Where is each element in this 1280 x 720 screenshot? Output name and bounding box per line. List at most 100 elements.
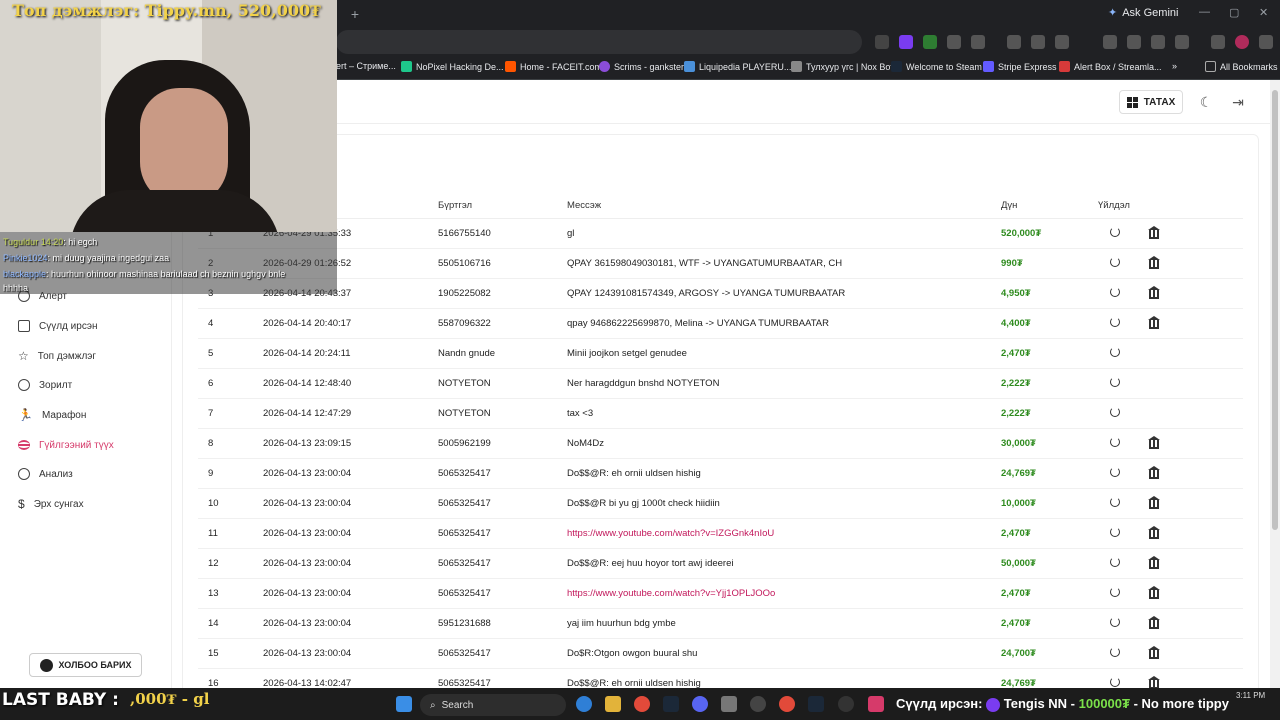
refresh-icon[interactable] [1110,287,1120,297]
puzzle-icon[interactable] [971,35,985,49]
extension-icon[interactable] [875,35,889,49]
chrome-icon[interactable] [779,696,795,712]
twitch-extension-icon[interactable] [899,35,913,49]
bank-icon[interactable] [1148,646,1160,659]
refresh-icon[interactable] [1110,617,1120,627]
obs-icon[interactable] [750,696,766,712]
row-registration: 5065325417 [438,488,567,519]
row-actions [1098,218,1243,249]
last-donor-label: LAST BABY : [2,690,119,710]
bank-icon[interactable] [1148,466,1160,479]
refresh-icon[interactable] [1110,376,1120,387]
history-icon[interactable] [1055,35,1069,49]
sidebar-item-goal[interactable]: Зорилт [18,375,72,395]
folder-icon[interactable] [605,696,621,712]
row-message[interactable]: https://www.youtube.com/watch?v=IZGGnk4n… [567,518,1001,549]
sidebar-item-transaction-history[interactable]: Гүйлгээний түүх [18,435,114,455]
bank-icon[interactable] [1148,526,1160,539]
star-list-icon[interactable] [1007,35,1021,49]
minimize-button[interactable]: — [1199,6,1210,18]
moon-icon[interactable]: ☾ [1198,94,1214,110]
sidebar-item-recent[interactable]: Сүүлд ирсэн [18,316,98,336]
refresh-icon[interactable] [1110,467,1120,477]
bookmark-item[interactable]: ert – Стриме... [336,61,396,71]
refresh-icon[interactable] [1110,677,1120,687]
row-amount: 2,470₮ [1001,338,1098,369]
contact-button[interactable]: ХОЛБОО БАРИХ [29,653,142,677]
more-icon[interactable] [1259,35,1273,49]
new-tab-button[interactable]: + [346,5,364,23]
row-amount: 4,400₮ [1001,308,1098,339]
download-icon[interactable] [1031,35,1045,49]
chevron-right-icon[interactable]: » [1172,61,1177,71]
refresh-icon[interactable] [1110,406,1120,417]
bookmark-item[interactable]: Тулхуур үгс | Nox Bot [791,61,893,72]
translate-icon[interactable] [1175,35,1189,49]
refresh-icon[interactable] [1110,437,1120,447]
calculator-icon[interactable] [721,696,737,712]
steam-icon[interactable] [663,696,679,712]
refresh-icon[interactable] [1110,497,1120,507]
link-icon[interactable] [1151,35,1165,49]
download-button[interactable]: ТАТАХ [1119,90,1183,114]
bank-icon[interactable] [1148,286,1160,299]
bank-icon[interactable] [1148,436,1160,449]
refresh-icon[interactable] [1110,527,1120,537]
chrome-icon[interactable] [634,696,650,712]
bookmark-item[interactable]: Stripe Express [983,61,1057,72]
sidebar-item-top-support[interactable]: ☆ Топ дэмжлэг [18,346,96,366]
bookmark-item[interactable]: Scrims - gankster [599,61,684,72]
row-message[interactable]: https://www.youtube.com/watch?v=Yjj1OPLJ… [567,578,1001,609]
sidebar-item-extend[interactable]: $ Эрх сунгах [18,494,84,514]
close-window-button[interactable]: ✕ [1259,6,1268,19]
row-number: 8 [198,428,263,459]
bank-icon[interactable] [1148,616,1160,629]
row-registration: 5505106716 [438,248,567,279]
row-amount: 2,222₮ [1001,368,1098,399]
scrollbar-thumb[interactable] [1272,90,1278,530]
bookmark-item[interactable]: Liquipedia PLAYERU... [684,61,791,72]
runner-icon: 🏃 [18,408,33,422]
page-scrollbar[interactable] [1270,80,1280,688]
bank-icon[interactable] [1148,496,1160,509]
refresh-icon[interactable] [1110,227,1120,237]
sidebar-item-analysis[interactable]: Анализ [18,464,73,484]
steam-icon[interactable] [808,696,824,712]
refresh-icon[interactable] [1110,257,1120,267]
bookmark-item[interactable]: Welcome to Steam [891,61,982,72]
bank-icon[interactable] [1148,316,1160,329]
refresh-icon[interactable] [1110,317,1120,327]
row-actions [1098,458,1243,489]
bookmark-item[interactable]: Alert Box / Streamla... [1059,61,1162,72]
refresh-icon[interactable] [1110,346,1120,357]
bank-icon[interactable] [1148,676,1160,689]
all-bookmarks[interactable]: All Bookmarks [1205,61,1278,72]
address-bar[interactable]: ☆ [336,30,1188,54]
extension-icon[interactable] [923,35,937,49]
sidebar-item-marathon[interactable]: 🏃 Марафон [18,405,86,425]
delete-icon[interactable] [1103,35,1117,49]
app-icon[interactable] [868,696,884,712]
cast-icon[interactable] [1127,35,1141,49]
bookmark-item[interactable]: NoPixel Hacking De... [401,61,504,72]
refresh-icon[interactable] [1110,587,1120,597]
start-icon[interactable] [396,696,412,712]
taskbar-search[interactable]: ⌕ Search [420,694,566,716]
bank-icon[interactable] [1148,226,1160,239]
refresh-icon[interactable] [1110,647,1120,657]
extension-icon[interactable] [947,35,961,49]
discord-icon[interactable] [692,696,708,712]
edge-icon[interactable] [576,696,592,712]
maximize-button[interactable]: ▢ [1229,6,1239,19]
bank-icon[interactable] [1148,256,1160,269]
logout-icon[interactable]: ⇥ [1230,94,1246,110]
app-icon[interactable] [838,696,854,712]
bank-icon[interactable] [1148,556,1160,569]
table-row: 8 2026-04-13 23:09:15 5005962199 NoM4Dz 30,0… [198,428,1243,459]
ask-gemini-button[interactable]: ✦ Ask Gemini [1108,6,1178,20]
profile-avatar[interactable] [1235,35,1249,49]
bookmark-item[interactable]: Home - FACEIT.com [505,61,602,72]
menu-icon[interactable] [1211,35,1225,49]
bank-icon[interactable] [1148,586,1160,599]
refresh-icon[interactable] [1110,557,1120,567]
